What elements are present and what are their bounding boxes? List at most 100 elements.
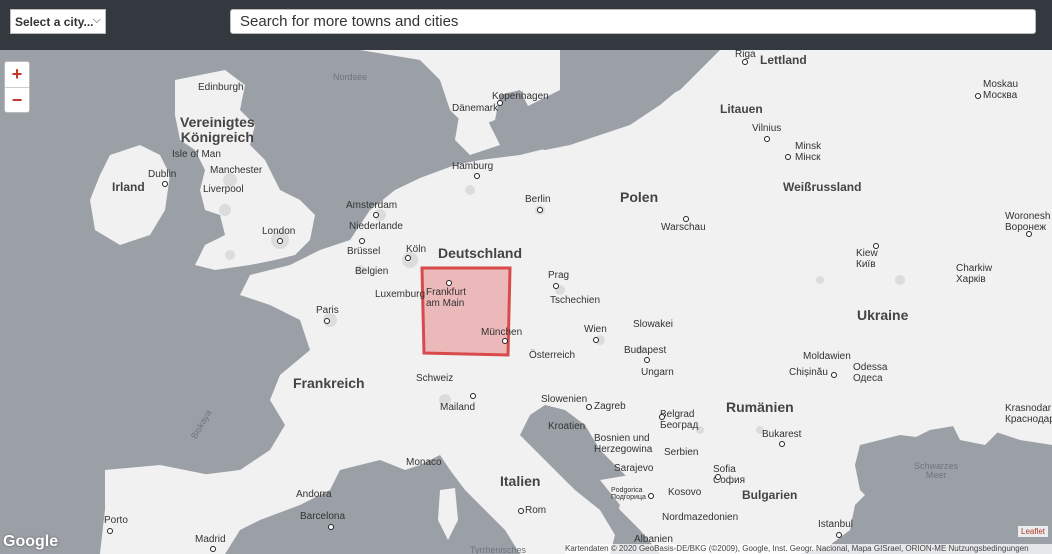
label-porto: Porto xyxy=(104,515,128,526)
label-north-sea: Nordsee xyxy=(333,72,368,82)
leaflet-link[interactable]: Leaflet xyxy=(1018,526,1049,537)
dot-madrid xyxy=(210,546,216,552)
label-voronezh: Woronesh Воронеж xyxy=(1005,211,1051,233)
label-bucharest: Bukarest xyxy=(762,429,802,440)
label-belarus: Weißrussland xyxy=(783,180,862,194)
dot-budapest xyxy=(644,357,650,363)
label-serbia: Serbien xyxy=(664,447,699,458)
chevron-down-icon: ⌵ xyxy=(92,14,101,26)
label-istanbul: Istanbul xyxy=(818,519,854,530)
dot-porto xyxy=(107,528,113,534)
label-france: Frankreich xyxy=(293,375,365,391)
label-lithuania: Litauen xyxy=(720,102,763,116)
label-paris: Paris xyxy=(316,305,339,316)
map[interactable]: Vereinigtes Königreich Irland Deutschland… xyxy=(0,50,1052,554)
label-hamburg: Hamburg xyxy=(452,161,494,172)
zoom-in-button[interactable]: + xyxy=(5,62,29,87)
label-zagreb: Zagreb xyxy=(594,401,626,412)
zoom-out-button[interactable]: − xyxy=(5,88,29,113)
label-rome: Rom xyxy=(525,505,547,516)
google-logo: Google xyxy=(3,533,59,550)
dot-cologne xyxy=(405,255,411,261)
label-croatia: Kroatien xyxy=(548,421,586,432)
iberia-land xyxy=(100,465,260,554)
dot-vilnius xyxy=(764,136,770,142)
label-berlin: Berlin xyxy=(525,194,551,205)
label-hungary: Ungarn xyxy=(641,367,674,378)
label-kosovo: Kosovo xyxy=(668,487,702,498)
label-frankfurt: Frankfurt am Main xyxy=(426,287,467,309)
city-select[interactable]: Select a city... ⌵ xyxy=(10,9,106,34)
selection-area[interactable] xyxy=(420,266,512,357)
label-czech: Tschechien xyxy=(550,295,601,306)
black-sea xyxy=(855,435,1030,530)
label-netherlands: Niederlande xyxy=(349,221,403,232)
dot-prague xyxy=(553,283,559,289)
label-prague: Prag xyxy=(548,270,570,281)
label-tyrrhenian: Tyrrhenisches xyxy=(470,545,527,554)
dot-munich xyxy=(502,338,508,344)
search-input[interactable]: Search for more towns and cities xyxy=(230,9,1036,34)
label-odesa: Odessa Одеса xyxy=(853,362,888,384)
label-slovenia: Slowenien xyxy=(541,394,588,405)
dot-riga xyxy=(742,59,748,65)
label-denmark: Dänemark xyxy=(452,103,499,114)
ireland-land xyxy=(90,145,170,245)
dot-copenhagen xyxy=(497,100,503,106)
label-warsaw: Warschau xyxy=(661,222,706,233)
label-italy: Italien xyxy=(500,473,541,489)
label-barcelona: Barcelona xyxy=(300,511,346,522)
label-switzerland: Schweiz xyxy=(416,373,454,384)
label-brussels: Brüssel xyxy=(347,246,381,257)
dot-hamburg xyxy=(474,173,480,179)
dot-amsterdam xyxy=(373,212,379,218)
dot-podgorica xyxy=(648,493,654,499)
label-liverpool: Liverpool xyxy=(203,184,244,195)
label-edinburgh: Edinburgh xyxy=(198,82,244,93)
label-isle-of-man: Isle of Man xyxy=(172,149,221,160)
dot-berlin xyxy=(537,207,543,213)
label-germany: Deutschland xyxy=(438,245,523,261)
dot-zagreb xyxy=(586,404,592,410)
map-attribution[interactable]: Kartendaten © 2020 GeoBasis-DE/BKG (©200… xyxy=(565,544,1052,554)
label-london: London xyxy=(262,226,296,237)
dot-milan xyxy=(470,393,476,399)
label-cologne: Köln xyxy=(406,244,427,255)
label-bulgaria: Bulgarien xyxy=(742,488,798,502)
dot-minsk xyxy=(785,154,791,160)
label-bosnia: Bosnien und Herzegowina xyxy=(594,433,653,455)
dot-moscow xyxy=(975,93,981,99)
dot-sofia xyxy=(715,474,721,480)
label-vilnius: Vilnius xyxy=(752,123,782,134)
dot-istanbul xyxy=(836,532,842,538)
label-moldova: Moldawien xyxy=(803,351,851,362)
label-moscow: Moskau Москва xyxy=(983,79,1019,101)
label-belgrade: Belgrad Београд xyxy=(660,409,699,431)
label-vienna: Wien xyxy=(584,324,607,335)
label-krasnodar: Krasnodar Краснодар xyxy=(1005,403,1052,425)
dot-frankfurt xyxy=(446,280,452,286)
label-uk: Vereinigtes Königreich xyxy=(180,114,255,145)
dot-voronezh xyxy=(1026,231,1032,237)
dot-london xyxy=(277,238,283,244)
dot-chisinau xyxy=(831,372,837,378)
dot-brussels xyxy=(359,238,365,244)
label-north-macedonia: Nordmazedonien xyxy=(662,512,739,523)
label-munich: München xyxy=(481,327,523,338)
label-kharkiv: Charkiw Харків xyxy=(956,263,993,285)
label-madrid: Madrid xyxy=(195,534,226,545)
dot-kyiv xyxy=(873,243,879,249)
top-bar: Select a city... ⌵ Search for more towns… xyxy=(0,0,1052,50)
label-budapest: Budapest xyxy=(624,345,667,356)
label-ireland: Irland xyxy=(112,180,145,194)
label-manchester: Manchester xyxy=(210,165,263,176)
label-sarajevo: Sarajevo xyxy=(614,463,654,474)
label-minsk: Minsk Мінск xyxy=(795,141,822,163)
label-amsterdam: Amsterdam xyxy=(346,200,398,211)
label-kyiv: Kiew Київ xyxy=(856,248,878,270)
dot-warsaw xyxy=(683,216,689,222)
label-monaco: Monaco xyxy=(406,457,442,468)
label-andorra: Andorra xyxy=(296,489,332,500)
label-luxembourg: Luxemburg xyxy=(375,289,426,300)
label-poland: Polen xyxy=(620,189,659,205)
